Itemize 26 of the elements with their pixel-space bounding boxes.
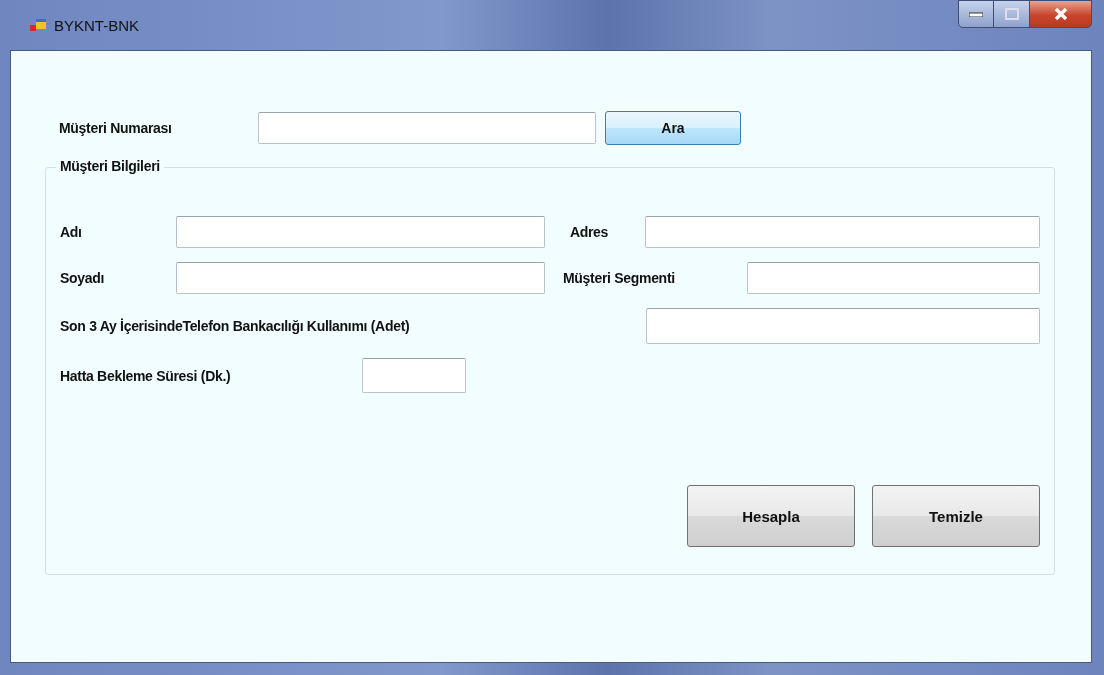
input-field[interactable] (644, 216, 1040, 248)
customer-number-field[interactable] (258, 112, 596, 144)
maximize-icon (1004, 8, 1019, 20)
action-button[interactable]: Hesapla (687, 485, 855, 547)
search-button[interactable]: Ara (605, 111, 741, 145)
input-field[interactable] (747, 262, 1040, 294)
field-label: Son 3 Ay İçerisindeTelefon Bankacılığı Kullanımı (Adet) (60, 318, 411, 334)
field-label: Müşteri Segmenti (561, 270, 676, 286)
input-field[interactable] (176, 216, 545, 248)
minimize-button[interactable] (958, 0, 994, 28)
input-field[interactable] (645, 308, 1040, 344)
window-title: BYKNT-BNK (54, 16, 140, 34)
input-field[interactable] (362, 358, 466, 393)
close-icon (1052, 7, 1069, 21)
maximize-button[interactable] (994, 0, 1030, 28)
minimize-icon (969, 11, 983, 17)
field-label: Soyadı (60, 270, 106, 286)
field-label: Müşteri Numarası (58, 120, 173, 136)
field-label: Adı (60, 224, 83, 240)
field-label: Adres (568, 224, 610, 240)
group-title: Müşteri Bilgileri (56, 158, 164, 174)
input-field[interactable] (176, 262, 545, 294)
action-button[interactable]: Temizle (872, 485, 1040, 547)
app-icon (30, 17, 46, 33)
field-label: Hatta Bekleme Süresi (Dk.) (60, 367, 232, 384)
close-button[interactable] (1030, 0, 1092, 28)
